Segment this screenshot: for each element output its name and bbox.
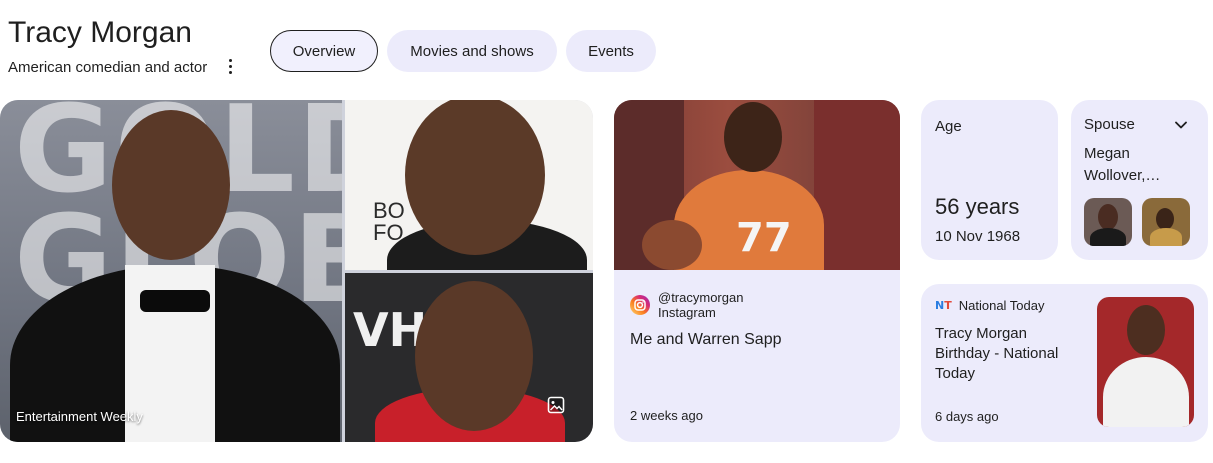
social-post-card[interactable]: 77 @tracymorgan Instagram Me and Warren … bbox=[614, 100, 900, 442]
photo-top-right[interactable]: BO FO bbox=[345, 100, 593, 270]
news-card[interactable]: NT National Today Tracy Morgan Birthday … bbox=[921, 284, 1208, 442]
image-icon[interactable] bbox=[547, 396, 565, 414]
post-account: @tracymorgan bbox=[658, 290, 744, 305]
chevron-down-icon[interactable] bbox=[1173, 117, 1189, 133]
spouse-thumbnail[interactable] bbox=[1142, 198, 1190, 246]
age-label: Age bbox=[935, 118, 962, 135]
person-body bbox=[1103, 357, 1189, 427]
photo-bottom-right[interactable]: VH bbox=[345, 273, 593, 442]
football bbox=[642, 220, 702, 270]
age-card[interactable]: Age 56 years 10 Nov 1968 bbox=[921, 100, 1058, 260]
person-head bbox=[724, 102, 782, 172]
image-source-label: Entertainment Weekly bbox=[16, 409, 143, 424]
image-collage[interactable]: GOLDEN GLOB Entertainment Weekly BO FO V… bbox=[0, 100, 593, 442]
tab-overview[interactable]: Overview bbox=[270, 30, 378, 72]
news-source-name: National Today bbox=[958, 298, 1045, 313]
spouse-label: Spouse bbox=[1084, 116, 1135, 133]
post-platform: Instagram bbox=[658, 305, 716, 320]
person-head bbox=[415, 281, 533, 431]
locker-right bbox=[814, 100, 900, 270]
spouse-name: Megan Wollover,… bbox=[1084, 145, 1161, 184]
instagram-icon bbox=[630, 295, 650, 315]
jersey-number: 77 bbox=[736, 215, 792, 261]
news-thumbnail[interactable] bbox=[1097, 297, 1194, 427]
post-timestamp: 2 weeks ago bbox=[630, 408, 703, 423]
main-photo[interactable]: GOLDEN GLOB Entertainment Weekly bbox=[0, 100, 342, 442]
bow-tie bbox=[140, 290, 210, 312]
post-caption: Me and Warren Sapp bbox=[630, 331, 782, 348]
spouse-thumbnail[interactable] bbox=[1084, 198, 1132, 246]
spouse-card[interactable]: Spouse Megan Wollover,… bbox=[1071, 100, 1208, 260]
news-title[interactable]: Tracy Morgan Birthday - National Today bbox=[935, 324, 1080, 384]
person-head bbox=[405, 100, 545, 255]
tab-events[interactable]: Events bbox=[566, 30, 656, 72]
national-today-logo-icon: NT bbox=[935, 299, 952, 312]
page-title: Tracy Morgan bbox=[8, 16, 192, 49]
person-head bbox=[112, 110, 230, 260]
age-value: 56 years bbox=[935, 194, 1020, 219]
birth-date: 10 Nov 1968 bbox=[935, 228, 1021, 245]
person-head bbox=[1127, 305, 1165, 355]
post-source[interactable]: @tracymorgan Instagram bbox=[630, 290, 743, 320]
news-source: NT National Today bbox=[935, 298, 1045, 313]
more-vert-icon[interactable] bbox=[222, 56, 238, 76]
news-timestamp: 6 days ago bbox=[935, 409, 999, 424]
page-subtitle: American comedian and actor bbox=[8, 59, 208, 76]
tab-movies-and-shows[interactable]: Movies and shows bbox=[387, 30, 557, 72]
post-thumbnail[interactable]: 77 bbox=[614, 100, 900, 270]
